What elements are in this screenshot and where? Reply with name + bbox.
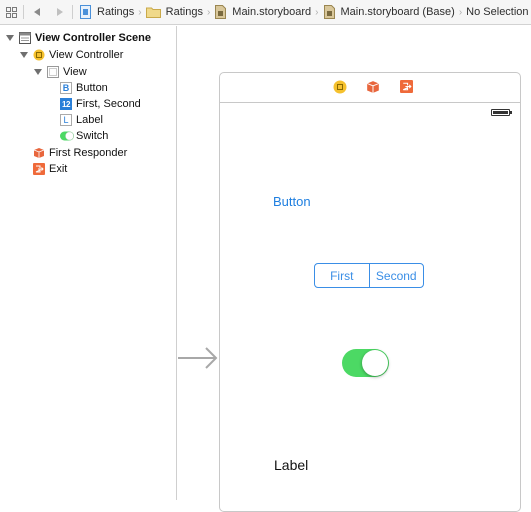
view-controller-icon	[33, 49, 45, 61]
view-controller-icon[interactable]	[333, 80, 347, 94]
first-responder-icon	[33, 148, 45, 158]
exit-icon	[33, 163, 45, 175]
switch-knob	[362, 350, 388, 376]
label-icon: L	[60, 114, 72, 126]
outline-item-label: View Controller	[49, 49, 124, 61]
switch-icon	[60, 131, 74, 141]
ios-label[interactable]: Label	[274, 457, 308, 473]
folder-icon	[145, 7, 161, 18]
outline-item-label: Label	[76, 114, 103, 126]
breadcrumb-chevron-icon: ›	[315, 6, 319, 18]
outline-item-label: First, Second	[76, 98, 141, 110]
toolbar-divider	[23, 5, 24, 19]
view-icon	[47, 66, 59, 78]
breadcrumb-label: Ratings	[97, 6, 135, 18]
disclosure-triangle-icon[interactable]	[6, 35, 14, 41]
scene-dock	[220, 73, 520, 103]
breadcrumb-folder[interactable]: Ratings	[145, 5, 203, 19]
ios-button[interactable]: Button	[273, 194, 311, 209]
disclosure-triangle-icon[interactable]	[20, 52, 28, 58]
initial-view-controller-arrow-icon[interactable]	[178, 346, 220, 370]
outline-item-label: First Responder	[49, 147, 128, 159]
outline-item-label: View Controller Scene	[35, 32, 151, 44]
segment-second[interactable]: Second	[368, 264, 424, 287]
disclosure-triangle-icon[interactable]	[34, 69, 42, 75]
project-file-icon	[80, 5, 91, 19]
breadcrumb-selection[interactable]: No Selection	[466, 6, 528, 18]
segmented-control-icon: 12	[60, 98, 72, 110]
outline-item-label: Exit	[49, 163, 68, 175]
forward-arrow-icon[interactable]	[52, 8, 66, 16]
breadcrumb-chevron-icon: ›	[206, 6, 211, 18]
toolbar-divider	[72, 5, 73, 19]
breadcrumb-chevron-icon: ›	[138, 6, 142, 18]
outline-item-label: Switch	[76, 130, 109, 142]
breadcrumb-label: Ratings	[165, 6, 203, 18]
battery-icon	[491, 109, 512, 116]
scene-icon	[19, 32, 31, 44]
first-responder-icon[interactable]	[366, 80, 380, 94]
outline-item-scene[interactable]: View Controller Scene	[6, 30, 151, 46]
exit-icon[interactable]	[400, 80, 413, 93]
back-arrow-icon[interactable]	[30, 8, 44, 16]
breadcrumb-label: Main.storyboard (Base)	[340, 6, 455, 18]
segment-first[interactable]: First	[315, 264, 369, 287]
breadcrumb-storyboard-base[interactable]: Main.storyboard (Base)	[323, 5, 455, 19]
jump-bar: Ratings › Ratings › Main.storyboard › Ma…	[0, 0, 531, 25]
breadcrumb-storyboard[interactable]: Main.storyboard	[214, 5, 311, 19]
outline-item-label: Button	[76, 82, 108, 94]
outline-item-label[interactable]: L Label	[60, 112, 103, 128]
breadcrumb-label: No Selection	[466, 6, 529, 18]
outline-item-view-controller[interactable]: View Controller	[20, 47, 123, 63]
outline-item-button[interactable]: B Button	[60, 80, 108, 96]
outline-item-exit[interactable]: Exit	[33, 161, 67, 177]
outline-item-first-responder[interactable]: First Responder	[33, 145, 127, 161]
breadcrumb-label: Main.storyboard	[232, 6, 312, 18]
outline-item-switch[interactable]: Switch	[60, 128, 108, 144]
view-controller-scene[interactable]	[219, 72, 521, 512]
breadcrumb-project[interactable]: Ratings	[79, 5, 134, 19]
outline-item-view[interactable]: View	[34, 64, 87, 80]
segmented-control[interactable]: First Second	[314, 263, 424, 288]
storyboard-file-icon	[215, 5, 227, 19]
storyboard-file-icon	[323, 5, 335, 19]
breadcrumb-chevron-icon: ›	[458, 6, 463, 18]
related-items-grid-icon[interactable]	[5, 6, 17, 18]
outline-item-label: View	[63, 66, 87, 78]
outline-item-segmented-control[interactable]: 12 First, Second	[60, 96, 141, 112]
document-outline: View Controller Scene View Controller Vi…	[0, 26, 177, 500]
button-icon: B	[60, 82, 72, 94]
ios-switch[interactable]	[342, 349, 389, 377]
